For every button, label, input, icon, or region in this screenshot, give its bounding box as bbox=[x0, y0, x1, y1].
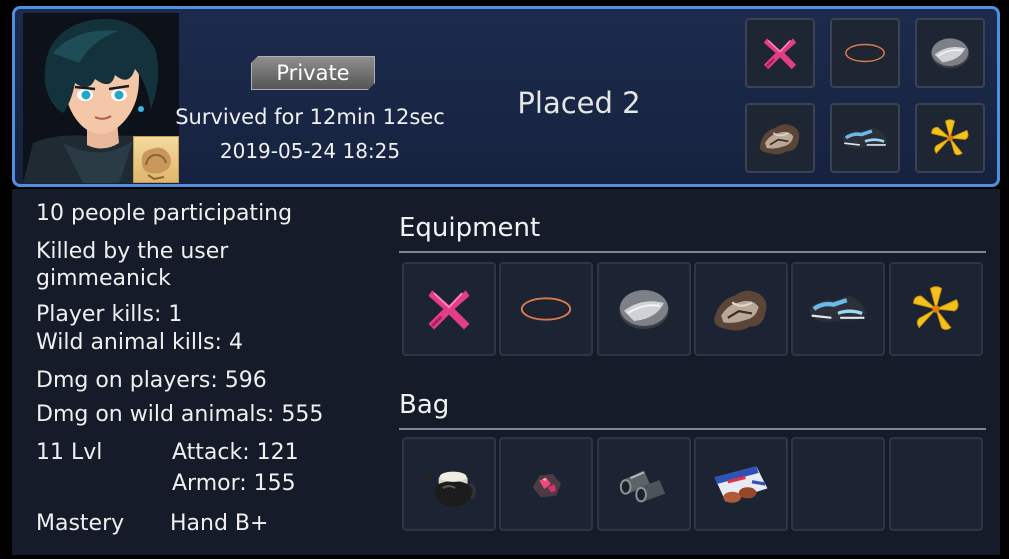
yellow-flower-icon bbox=[908, 281, 964, 337]
bag-slot[interactable] bbox=[499, 437, 593, 531]
mastery-label: Mastery bbox=[36, 511, 125, 536]
equipment-slot[interactable] bbox=[597, 262, 691, 356]
equipment-title: Equipment bbox=[399, 213, 541, 243]
chocolate-box-icon bbox=[708, 451, 774, 517]
header-equipment-slot[interactable] bbox=[915, 103, 985, 173]
header-equipment-slot[interactable] bbox=[745, 103, 815, 173]
bag-slot[interactable] bbox=[402, 437, 496, 531]
character-level: 11 Lvl bbox=[36, 440, 103, 465]
header-equipment-slot[interactable] bbox=[915, 18, 985, 88]
fur-armor-icon bbox=[708, 276, 774, 342]
match-datetime: 2019-05-24 18:25 bbox=[219, 139, 401, 163]
copper-ring-necklace-icon bbox=[517, 280, 575, 338]
equipment-slot[interactable] bbox=[694, 262, 788, 356]
wild-animal-kills: Wild animal kills: 4 bbox=[36, 330, 243, 355]
details-panel: 10 people participating Killed by the us… bbox=[12, 189, 1000, 555]
bag-title: Bag bbox=[399, 390, 450, 420]
equipment-slot[interactable] bbox=[499, 262, 593, 356]
copper-ring-necklace-icon bbox=[842, 30, 888, 76]
participants-count: 10 people participating bbox=[36, 201, 293, 226]
damage-on-wild-animals: Dmg on wild animals: 555 bbox=[36, 402, 324, 427]
player-kills: Player kills: 1 bbox=[36, 302, 183, 327]
bag-divider bbox=[399, 428, 986, 430]
header-equipment-slot[interactable] bbox=[830, 103, 900, 173]
yellow-flower-icon bbox=[927, 115, 973, 161]
bag-slot[interactable] bbox=[694, 437, 788, 531]
killed-by-label: Killed by the user bbox=[36, 239, 229, 264]
pink-x-gloves-icon bbox=[421, 281, 477, 337]
sneakers-icon bbox=[839, 112, 891, 164]
header-equipment-slot[interactable] bbox=[745, 18, 815, 88]
killer-username: gimmeanick bbox=[36, 266, 171, 291]
steel-disc-icon bbox=[927, 30, 973, 76]
ruby-ore-icon bbox=[521, 459, 571, 509]
fur-armor-icon bbox=[755, 113, 805, 163]
equipment-slot[interactable] bbox=[889, 262, 983, 356]
bag-slot-empty[interactable] bbox=[791, 437, 885, 531]
result-header-card: Private Survived for 12min 12sec 2019-05… bbox=[12, 6, 1000, 187]
steel-disc-icon bbox=[614, 279, 674, 339]
armor-stat: Armor: 155 bbox=[172, 471, 296, 496]
header-equipment-slot[interactable] bbox=[830, 18, 900, 88]
placement: Placed 2 bbox=[517, 86, 641, 120]
private-mode-badge: Private bbox=[251, 56, 375, 90]
pink-x-gloves-icon bbox=[758, 31, 802, 75]
equipment-slot[interactable] bbox=[791, 262, 885, 356]
equipment-slot[interactable] bbox=[402, 262, 496, 356]
sneakers-icon bbox=[805, 276, 871, 342]
attack-stat: Attack: 121 bbox=[172, 440, 299, 465]
survival-time: Survived for 12min 12sec bbox=[175, 105, 445, 129]
equipment-divider bbox=[399, 251, 986, 253]
metal-pipes-icon bbox=[615, 455, 673, 513]
damage-on-players: Dmg on players: 596 bbox=[36, 368, 267, 393]
teapot-icon bbox=[418, 453, 480, 515]
mastery-value: Hand B+ bbox=[170, 511, 269, 536]
bag-slot-empty[interactable] bbox=[889, 437, 983, 531]
bag-slot[interactable] bbox=[597, 437, 691, 531]
